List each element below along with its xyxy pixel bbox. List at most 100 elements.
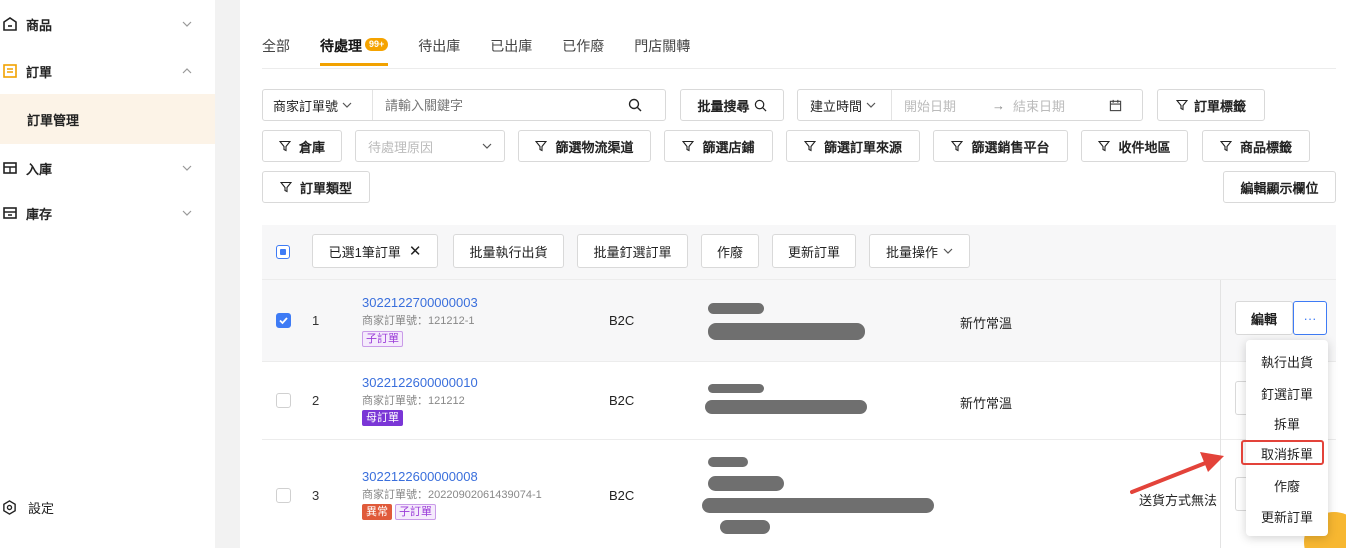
row-checkbox[interactable] [276,313,291,328]
row-checkbox[interactable] [276,488,291,503]
product-tag-filter-button[interactable]: 商品標籤 [1202,130,1310,162]
sidebar-item-products[interactable]: 商品 [0,3,215,45]
search-icon[interactable] [628,98,642,112]
button-label: 倉庫 [298,139,325,155]
start-date-input[interactable]: 開始日期 [904,96,984,115]
child-order-tag: 子訂單 [395,504,436,520]
region-filter-button[interactable]: 收件地區 [1081,130,1188,162]
more-actions-button[interactable]: ··· [1293,301,1327,335]
row-index: 1 [312,313,320,328]
status-tabs: 全部 待處理 99+ 待出庫 已出庫 已作廢 門店關轉 [262,36,720,68]
end-date-input[interactable]: 結束日期 [1013,96,1101,115]
sidebar-item-settings[interactable]: 設定 [0,490,215,524]
chevron-up-icon [182,68,192,74]
row-index: 2 [312,393,320,408]
sidebar-item-inventory[interactable]: 庫存 [0,192,215,234]
order-number-link[interactable]: 3022122700000003 [362,295,478,310]
search-icon [754,99,766,111]
filter-icon [951,140,964,152]
order-type: B2C [609,313,635,328]
close-icon: ✕ [408,243,422,260]
redacted-phone [708,476,784,491]
order-number-link[interactable]: 3022122600000010 [362,375,478,390]
menu-item-update-order[interactable]: 更新訂單 [1246,501,1328,531]
warehouse-filter-button[interactable]: 倉庫 [262,130,342,162]
select-all-checkbox[interactable] [276,245,290,259]
sidebar-item-label: 入庫 [26,161,53,177]
tab-voided[interactable]: 已作廢 [562,36,604,66]
redacted-name [708,384,764,393]
order-tags: 子訂單 [362,331,403,347]
chevron-down-icon [943,248,953,254]
chevron-down-icon [866,102,876,108]
logistics-filter-button[interactable]: 篩選物流渠道 [518,130,651,162]
button-label: 作廢 [716,244,743,260]
order-type: B2C [609,393,635,408]
pending-reason-select[interactable]: 待處理原因 [355,130,505,162]
count-badge: 99+ [365,38,389,51]
sidebar-item-label: 設定 [28,500,55,516]
chevron-down-icon [182,21,192,27]
chevron-down-icon [182,165,192,171]
edit-button[interactable]: 編輯 [1235,301,1293,335]
store-filter-button[interactable]: 篩選店鋪 [664,130,773,162]
filter-icon [1175,99,1188,111]
sidebar-subitem-order-management[interactable]: 訂單管理 [0,94,215,144]
button-label: 編輯 [1250,311,1277,327]
select-value: 建立時間 [810,98,863,114]
menu-item-execute-ship[interactable]: 執行出貨 [1246,346,1328,376]
keyword-search-group: 商家訂單號 [262,89,666,121]
button-label: 篩選訂單來源 [823,139,902,155]
chevron-down-icon [482,143,492,149]
merchant-order-number: 商家訂單號：20220902061439074-1 [362,489,542,501]
table-row[interactable]: 2 3022122600000010 商家訂單號：121212 母訂單 B2C … [262,362,1336,440]
chevron-down-icon [182,210,192,216]
calendar-icon[interactable] [1109,99,1122,112]
check-icon [279,317,288,325]
tab-store-transfer[interactable]: 門店關轉 [634,36,690,66]
order-source-filter-button[interactable]: 篩選訂單來源 [786,130,920,162]
selected-count-button[interactable]: 已選1筆訂單 ✕ [312,234,438,268]
chevron-down-icon [342,102,352,108]
batch-pick-button[interactable]: 批量釘選訂單 [577,234,688,268]
update-order-button[interactable]: 更新訂單 [772,234,856,268]
sales-platform-filter-button[interactable]: 篩選銷售平台 [933,130,1068,162]
order-number-link[interactable]: 3022122600000008 [362,469,478,484]
tab-pending[interactable]: 待處理 99+ [320,36,389,66]
arrow-right-icon: → [992,97,1005,113]
tab-all[interactable]: 全部 [262,36,290,66]
merchant-order-number: 商家訂單號：121212-1 [362,315,475,327]
tab-shipped[interactable]: 已出庫 [490,36,532,66]
batch-ship-button[interactable]: 批量執行出貨 [453,234,564,268]
button-label: 批量執行出貨 [469,244,548,260]
order-tag-filter-button[interactable]: 訂單標籤 [1157,89,1265,121]
merchant-order-select[interactable]: 商家訂單號 [263,90,373,120]
batch-search-button[interactable]: 批量搜尋 [680,89,784,121]
menu-item-pin-order[interactable]: 釘選訂單 [1246,378,1328,408]
button-label: 批量操作 [885,244,938,260]
tab-to-ship[interactable]: 待出庫 [418,36,460,66]
sidebar-item-inbound[interactable]: 入庫 [0,147,215,189]
tab-label: 待處理 [320,38,362,54]
batch-operations-dropdown[interactable]: 批量操作 [869,234,970,268]
main-panel: 全部 待處理99+ 待出庫 已出庫 已作廢 門店關轉 商家訂單號 批量搜尋 建立… [240,0,1346,548]
filter-icon [1219,140,1232,152]
sidebar-item-label: 訂單 [26,64,53,80]
time-type-select[interactable]: 建立時間 [798,90,892,120]
button-label: 編輯顯示欄位 [1240,180,1319,196]
menu-item-void[interactable]: 作廢 [1246,470,1328,500]
edit-columns-button[interactable]: 編輯顯示欄位 [1223,171,1336,203]
keyword-input[interactable] [373,91,628,119]
button-label: 篩選銷售平台 [971,139,1050,155]
row-checkbox[interactable] [276,393,291,408]
filter-icon [278,140,291,152]
table-row[interactable]: 1 3022122700000003 商家訂單號：121212-1 子訂單 B2… [262,280,1336,362]
child-order-tag: 子訂單 [362,331,403,347]
void-button[interactable]: 作廢 [701,234,759,268]
merchant-order-number: 商家訂單號：121212 [362,395,465,407]
sidebar-item-orders[interactable]: 訂單 [0,50,215,92]
select-value: 商家訂單號 [273,98,339,114]
order-type-filter-button[interactable]: 訂單類型 [262,171,370,203]
button-label: 篩選物流渠道 [555,139,634,155]
menu-item-split-order[interactable]: 拆單 [1246,408,1328,438]
